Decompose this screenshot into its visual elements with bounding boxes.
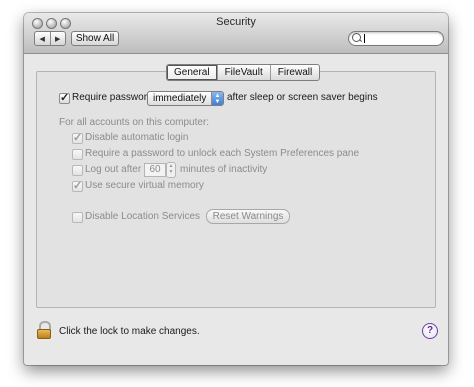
disable-location-checkbox[interactable] xyxy=(72,212,83,223)
tab-general[interactable]: General xyxy=(167,65,217,80)
log-out-minutes-field[interactable]: 60 xyxy=(144,163,166,177)
show-all-button[interactable]: Show All xyxy=(71,31,119,46)
window-title: Security xyxy=(216,16,256,28)
lock-status-text: Click the lock to make changes. xyxy=(59,326,200,337)
minutes-stepper[interactable]: ▲ ▼ xyxy=(166,162,176,178)
lock-icon[interactable] xyxy=(37,321,51,339)
log-out-label-after: minutes of inactivity xyxy=(180,164,268,175)
log-out-checkbox[interactable] xyxy=(72,165,83,176)
chevron-updown-icon: ▲ ▼ xyxy=(211,92,223,105)
preferences-window: Security ◀ ▶ Show All General FileVault … xyxy=(24,13,448,365)
reset-warnings-button[interactable]: Reset Warnings xyxy=(206,209,290,224)
back-arrow-icon[interactable]: ◀ xyxy=(35,32,50,45)
password-delay-select[interactable]: immediately ▲ ▼ xyxy=(147,91,224,106)
log-out-label-before: Log out after xyxy=(85,164,142,175)
forward-arrow-icon[interactable]: ▶ xyxy=(49,32,66,45)
require-password-label: Require password xyxy=(72,92,153,103)
require-pw-prefs-checkbox[interactable] xyxy=(72,149,83,160)
password-delay-value: immediately xyxy=(153,93,207,104)
title-bar: Security ◀ ▶ Show All xyxy=(24,13,448,54)
secure-vm-label: Use secure virtual memory xyxy=(85,180,204,191)
require-pw-prefs-label: Require a password to unlock each System… xyxy=(85,148,360,159)
disable-auto-login-checkbox[interactable] xyxy=(72,131,83,144)
search-icon xyxy=(352,33,361,42)
back-forward-group: ◀ ▶ xyxy=(34,31,66,46)
require-password-checkbox[interactable] xyxy=(59,91,70,104)
all-accounts-header: For all accounts on this computer: xyxy=(59,117,210,128)
help-icon[interactable]: ? xyxy=(422,323,438,339)
search-field[interactable] xyxy=(348,31,444,46)
disable-auto-login-label: Disable automatic login xyxy=(85,132,189,143)
tab-filevault[interactable]: FileVault xyxy=(216,65,270,80)
disable-location-label: Disable Location Services xyxy=(85,211,201,222)
require-password-suffix: after sleep or screen saver begins xyxy=(227,92,378,103)
text-cursor xyxy=(364,34,365,43)
secure-vm-checkbox[interactable] xyxy=(72,179,83,192)
tab-bar: General FileVault Firewall xyxy=(166,64,321,81)
tab-firewall[interactable]: Firewall xyxy=(269,65,319,80)
